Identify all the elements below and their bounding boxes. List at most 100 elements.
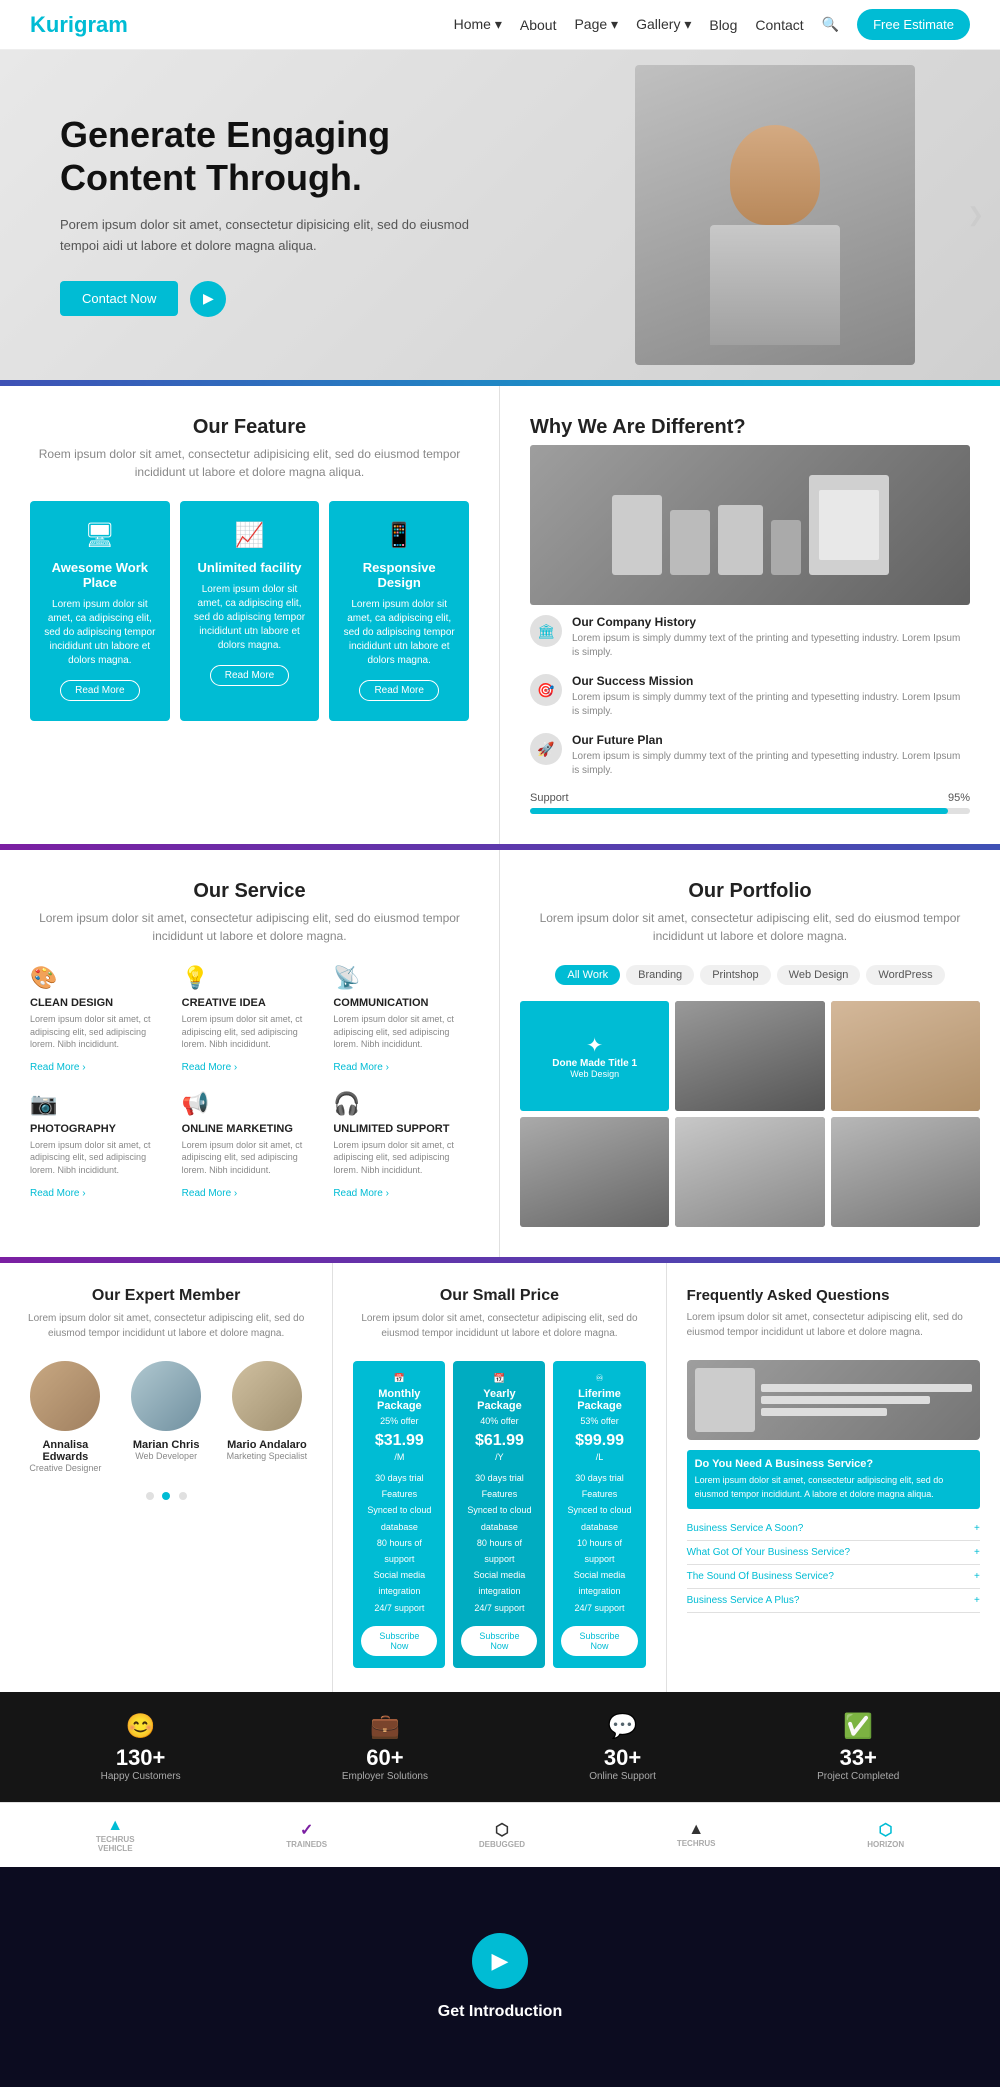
service-link-1[interactable]: Read More ›	[182, 1062, 238, 1073]
member-2: Mario Andalaro Marketing Specialist	[222, 1361, 313, 1473]
portfolio-tab-1[interactable]: Branding	[626, 965, 694, 985]
brand-0: ▲ TECHRUS VEHICLE	[96, 1817, 135, 1853]
why-item-title-0: Our Company History	[572, 615, 970, 629]
service-link-4[interactable]: Read More ›	[182, 1188, 238, 1199]
portfolio-tab-2[interactable]: Printshop	[700, 965, 770, 985]
portfolio-item-5[interactable]	[831, 1117, 980, 1227]
service-text-3: Lorem ipsum dolor sit amet, ct adipiscin…	[30, 1139, 166, 1177]
member-role-2: Marketing Specialist	[222, 1451, 313, 1461]
portfolio-tab-4[interactable]: WordPress	[866, 965, 944, 985]
faq-title: Frequently Asked Questions	[687, 1287, 980, 1304]
hero-title: Generate Engaging Content Through.	[60, 113, 490, 199]
contact-now-button[interactable]: Contact Now	[60, 281, 178, 316]
faq-open-question[interactable]: Do You Need A Business Service?	[695, 1458, 972, 1470]
service-link-5[interactable]: Read More ›	[333, 1188, 389, 1199]
feature-card-btn-1[interactable]: Read More	[210, 665, 289, 686]
pricing-period-2: /L	[561, 1452, 637, 1462]
pricing-features-2: 30 days trial FeaturesSynced to cloud da…	[561, 1470, 637, 1616]
nav-gallery[interactable]: Gallery ▾	[636, 16, 691, 33]
portfolio-item-2[interactable]	[831, 1001, 980, 1111]
search-icon[interactable]: 🔍	[822, 16, 839, 33]
nav-contact[interactable]: Contact	[755, 17, 803, 33]
pricing-subtitle: Lorem ipsum dolor sit amet, consectetur …	[353, 1311, 645, 1341]
feature-why-row: Our Feature Roem ipsum dolor sit amet, c…	[0, 386, 1000, 844]
why-item-text-1: Lorem ipsum is simply dummy text of the …	[572, 691, 970, 719]
member-role-0: Creative Designer	[20, 1463, 111, 1473]
nav-about[interactable]: About	[520, 17, 557, 33]
feature-card-btn-2[interactable]: Read More	[359, 680, 438, 701]
service-icon-0: 🎨	[30, 965, 166, 991]
service-icon-1: 💡	[182, 965, 318, 991]
member-avatar-2	[232, 1361, 302, 1431]
member-name-0: Annalisa Edwards	[20, 1439, 111, 1463]
pricing-btn-0[interactable]: Subscribe Now	[361, 1626, 437, 1656]
service-subtitle: Lorem ipsum dolor sit amet, consectetur …	[30, 909, 469, 945]
meeting-image	[530, 445, 970, 605]
stat-number-0: 130+	[101, 1745, 181, 1771]
hero-play-button[interactable]: ▶	[190, 281, 226, 317]
pricing-icon-1: 📆	[461, 1373, 537, 1384]
dot-2[interactable]	[179, 1492, 187, 1500]
feature-card-2: 📱 Responsive Design Lorem ipsum dolor si…	[329, 501, 469, 721]
portfolio-item-0[interactable]: ✦ Done Made Title 1 Web Design	[520, 1001, 669, 1111]
pricing-offer-2: 53% offer	[561, 1416, 637, 1426]
service-title-4: ONLINE MARKETING	[182, 1123, 318, 1135]
video-play-button[interactable]: ▶	[472, 1933, 528, 1989]
service-link-2[interactable]: Read More ›	[333, 1062, 389, 1073]
hero-next-arrow[interactable]: ❯	[967, 203, 984, 228]
team-pricing-faq-row: Our Expert Member Lorem ipsum dolor sit …	[0, 1263, 1000, 1692]
pricing-price-2: $99.99	[561, 1432, 637, 1450]
why-icon-2: 🚀	[530, 733, 562, 765]
portfolio-item-4[interactable]	[675, 1117, 824, 1227]
nav-blog[interactable]: Blog	[709, 17, 737, 33]
stats-bar: 😊 130+ Happy Customers 💼 60+ Employer So…	[0, 1692, 1000, 1802]
service-link-0[interactable]: Read More ›	[30, 1062, 86, 1073]
pricing-btn-2[interactable]: Subscribe Now	[561, 1626, 637, 1656]
hero-person-image	[550, 50, 1000, 380]
logo-text-teal: am	[96, 12, 128, 37]
faq-question-3[interactable]: Business Service A Plus? +	[687, 1595, 980, 1606]
feature-card-title-0: Awesome Work Place	[42, 560, 158, 590]
nav-links: Home ▾ About Page ▾ Gallery ▾ Blog Conta…	[454, 9, 970, 40]
nav-page[interactable]: Page ▾	[574, 16, 618, 33]
service-link-3[interactable]: Read More ›	[30, 1188, 86, 1199]
stat-1: 💼 60+ Employer Solutions	[342, 1712, 428, 1782]
member-avatar-1	[131, 1361, 201, 1431]
faq-question-0[interactable]: Business Service A Soon? +	[687, 1523, 980, 1534]
logo[interactable]: Kurigram	[30, 12, 128, 38]
hero-subtitle: Porem ipsum dolor sit amet, consectetur …	[60, 215, 490, 257]
brands-bar: ▲ TECHRUS VEHICLE ✓ TRAINEDS ⬡ DEBUGGED …	[0, 1802, 1000, 1867]
dot-1[interactable]	[162, 1492, 170, 1500]
member-carousel-dots	[20, 1487, 312, 1505]
brand-4: ⬡ HORIZON	[867, 1820, 904, 1849]
service-icon-2: 📡	[333, 965, 469, 991]
pricing-offer-1: 40% offer	[461, 1416, 537, 1426]
stat-icon-1: 💼	[342, 1712, 428, 1741]
feature-card-btn-0[interactable]: Read More	[60, 680, 139, 701]
brand-1: ✓ TRAINEDS	[286, 1820, 327, 1849]
dot-0[interactable]	[146, 1492, 154, 1500]
video-label: Get Introduction	[438, 2003, 562, 2021]
service-grid: 🎨 CLEAN DESIGN Lorem ipsum dolor sit ame…	[30, 965, 469, 1201]
hero-content: Generate Engaging Content Through. Porem…	[0, 73, 550, 357]
nav-home[interactable]: Home ▾	[454, 16, 502, 33]
faq-question-text-3: Business Service A Plus?	[687, 1595, 800, 1606]
member-0: Annalisa Edwards Creative Designer	[20, 1361, 111, 1473]
service-item-3: 📷 PHOTOGRAPHY Lorem ipsum dolor sit amet…	[30, 1091, 166, 1201]
portfolio-tab-3[interactable]: Web Design	[777, 965, 861, 985]
feature-card-text-2: Lorem ipsum dolor sit amet, ca adipiscin…	[341, 598, 457, 668]
portfolio-tab-0[interactable]: All Work	[555, 965, 620, 985]
portfolio-item-1[interactable]	[675, 1001, 824, 1111]
faq-question-2[interactable]: The Sound Of Business Service? +	[687, 1571, 980, 1582]
service-text-4: Lorem ipsum dolor sit amet, ct adipiscin…	[182, 1139, 318, 1177]
free-estimate-button[interactable]: Free Estimate	[857, 9, 970, 40]
portfolio-item-3[interactable]	[520, 1117, 669, 1227]
faq-question-1[interactable]: What Got Of Your Business Service? +	[687, 1547, 980, 1558]
stat-label-0: Happy Customers	[101, 1771, 181, 1782]
pricing-btn-1[interactable]: Subscribe Now	[461, 1626, 537, 1656]
feature-subtitle: Roem ipsum dolor sit amet, consectetur a…	[30, 445, 469, 481]
stat-2: 💬 30+ Online Support	[589, 1712, 656, 1782]
feature-card-title-1: Unlimited facility	[192, 560, 308, 575]
faq-subtitle: Lorem ipsum dolor sit amet, consectetur …	[687, 1310, 980, 1340]
logo-text-black: Kurigr	[30, 12, 96, 37]
